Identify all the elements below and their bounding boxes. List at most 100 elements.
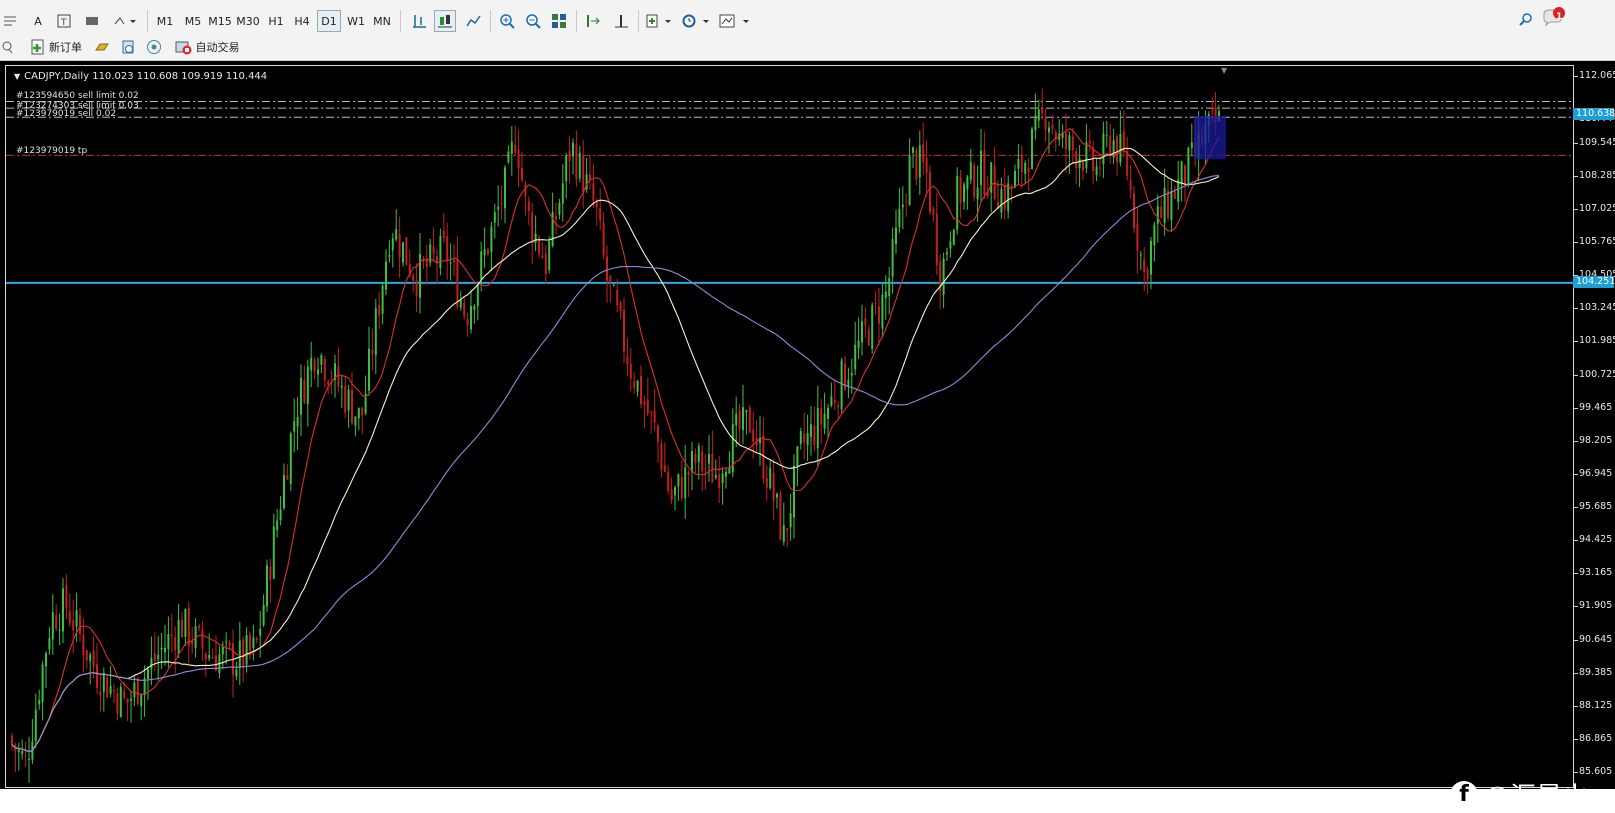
candle-body [1133, 193, 1135, 228]
candle-body [476, 284, 479, 307]
arrows-dropdown-icon[interactable] [110, 10, 140, 32]
price-tick: 109.545 [1579, 136, 1615, 148]
timeframe-h4[interactable]: H4 [290, 10, 314, 32]
signal-icon[interactable] [144, 36, 164, 58]
candle-body [65, 584, 68, 609]
candle-body [92, 650, 95, 668]
text-tool-icon[interactable]: A [28, 10, 48, 32]
history-icon[interactable] [118, 36, 138, 58]
period-separator-icon[interactable] [0, 10, 20, 32]
candle-body [1034, 115, 1037, 131]
candlestick-chart-icon[interactable] [434, 10, 456, 32]
candle-body [109, 685, 112, 694]
candle-body [1075, 151, 1078, 169]
navigator-icon[interactable] [0, 36, 14, 58]
gold-bars-icon[interactable] [92, 36, 112, 58]
candle-body [684, 467, 687, 499]
candle-body [157, 654, 160, 660]
zoom-in-icon[interactable] [496, 10, 518, 32]
candle-body [272, 526, 275, 579]
candle-body [561, 183, 564, 204]
new-order-label: 新订单 [49, 41, 82, 54]
candle-body [541, 255, 544, 259]
candle-body [830, 396, 833, 406]
candle-body [323, 359, 326, 380]
candle-body [782, 524, 785, 542]
candle-body [1150, 240, 1152, 275]
search-icon[interactable] [1516, 8, 1536, 30]
bar-chart-icon[interactable] [408, 10, 430, 32]
timeframe-m1[interactable]: M1 [152, 10, 178, 32]
price-tick: 98.205 [1579, 434, 1613, 446]
candle-body [344, 385, 347, 413]
candle-body [208, 654, 211, 659]
candle-body [1041, 109, 1044, 114]
watermark: f @汇星火 [1450, 776, 1588, 813]
templates-dropdown-icon[interactable] [718, 10, 752, 32]
candle-body [718, 474, 721, 489]
candle-body [170, 634, 173, 636]
candle-body [1010, 185, 1013, 187]
candle-body [925, 157, 928, 174]
candle-body [582, 154, 585, 193]
candle-body [932, 208, 935, 215]
zoom-out-icon[interactable] [522, 10, 544, 32]
order-label-1[interactable]: #123594650 sell limit 0.02 [16, 91, 139, 101]
order-label-3[interactable]: #123979019 sell 0.02 [16, 109, 116, 119]
candle-body [1180, 161, 1183, 185]
price-tick: 88.125 [1579, 699, 1613, 711]
timeframe-m30[interactable]: M30 [234, 10, 262, 32]
candle-body [368, 348, 370, 391]
price-tick: 93.165 [1579, 567, 1613, 579]
shift-marker-icon[interactable]: ▼ [1221, 66, 1227, 75]
candle-body [527, 201, 530, 211]
candle-body [738, 410, 741, 430]
candle-body [1003, 184, 1006, 210]
candle-body [708, 454, 710, 464]
candle-body [660, 443, 663, 470]
timeframe-h1[interactable]: H1 [264, 10, 288, 32]
timeframe-m5[interactable]: M5 [180, 10, 206, 32]
timeframe-d1[interactable]: D1 [317, 10, 341, 32]
candle-body [1190, 142, 1193, 149]
timeframe-w1[interactable]: W1 [344, 10, 368, 32]
price-tick-mark [1574, 772, 1578, 774]
line-chart-icon[interactable] [462, 10, 484, 32]
timeframe-mn[interactable]: MN [370, 10, 394, 32]
price-tick-mark [1574, 540, 1578, 542]
text-label-icon[interactable]: T [54, 10, 74, 32]
candle-body [922, 144, 925, 163]
auto-trading-button[interactable]: 自动交易 [170, 36, 244, 58]
candle-body [490, 226, 493, 253]
chart-window[interactable]: ▼ CADJPY,Daily 110.023 110.608 109.919 11… [0, 61, 1615, 812]
order-label-tp[interactable]: #123979019 tp [16, 146, 87, 156]
chart-canvas[interactable]: ▼ CADJPY,Daily 110.023 110.608 109.919 11… [5, 65, 1575, 789]
chart-shift-icon[interactable] [610, 10, 632, 32]
candle-body [456, 259, 459, 307]
price-tick: 90.645 [1579, 633, 1613, 645]
price-chart-svg[interactable] [6, 66, 1575, 789]
tile-windows-icon[interactable] [548, 10, 570, 32]
periods-dropdown-icon[interactable] [680, 10, 712, 32]
rectangle-icon[interactable] [82, 10, 102, 32]
auto-scroll-icon[interactable] [582, 10, 604, 32]
price-tick-mark [1574, 639, 1578, 641]
price-tick: 99.465 [1579, 401, 1613, 413]
new-order-button[interactable]: 新订单 [26, 36, 86, 58]
candle-body [259, 628, 262, 636]
candle-body [1116, 136, 1118, 163]
candle-body [714, 475, 717, 478]
timeframe-m15[interactable]: M15 [206, 10, 234, 32]
notification-icon[interactable]: 1 [1540, 6, 1566, 28]
candle-body [602, 222, 605, 256]
candle-body [1048, 127, 1050, 133]
indicators-dropdown-icon[interactable] [644, 10, 674, 32]
candle-body [616, 290, 619, 306]
candle-body [153, 653, 156, 662]
candle-body [1187, 147, 1190, 186]
candle-body [68, 611, 71, 624]
candle-body [21, 751, 24, 754]
candle-body [973, 165, 976, 197]
price-tick: 86.865 [1579, 732, 1613, 744]
candle-body [694, 453, 697, 464]
